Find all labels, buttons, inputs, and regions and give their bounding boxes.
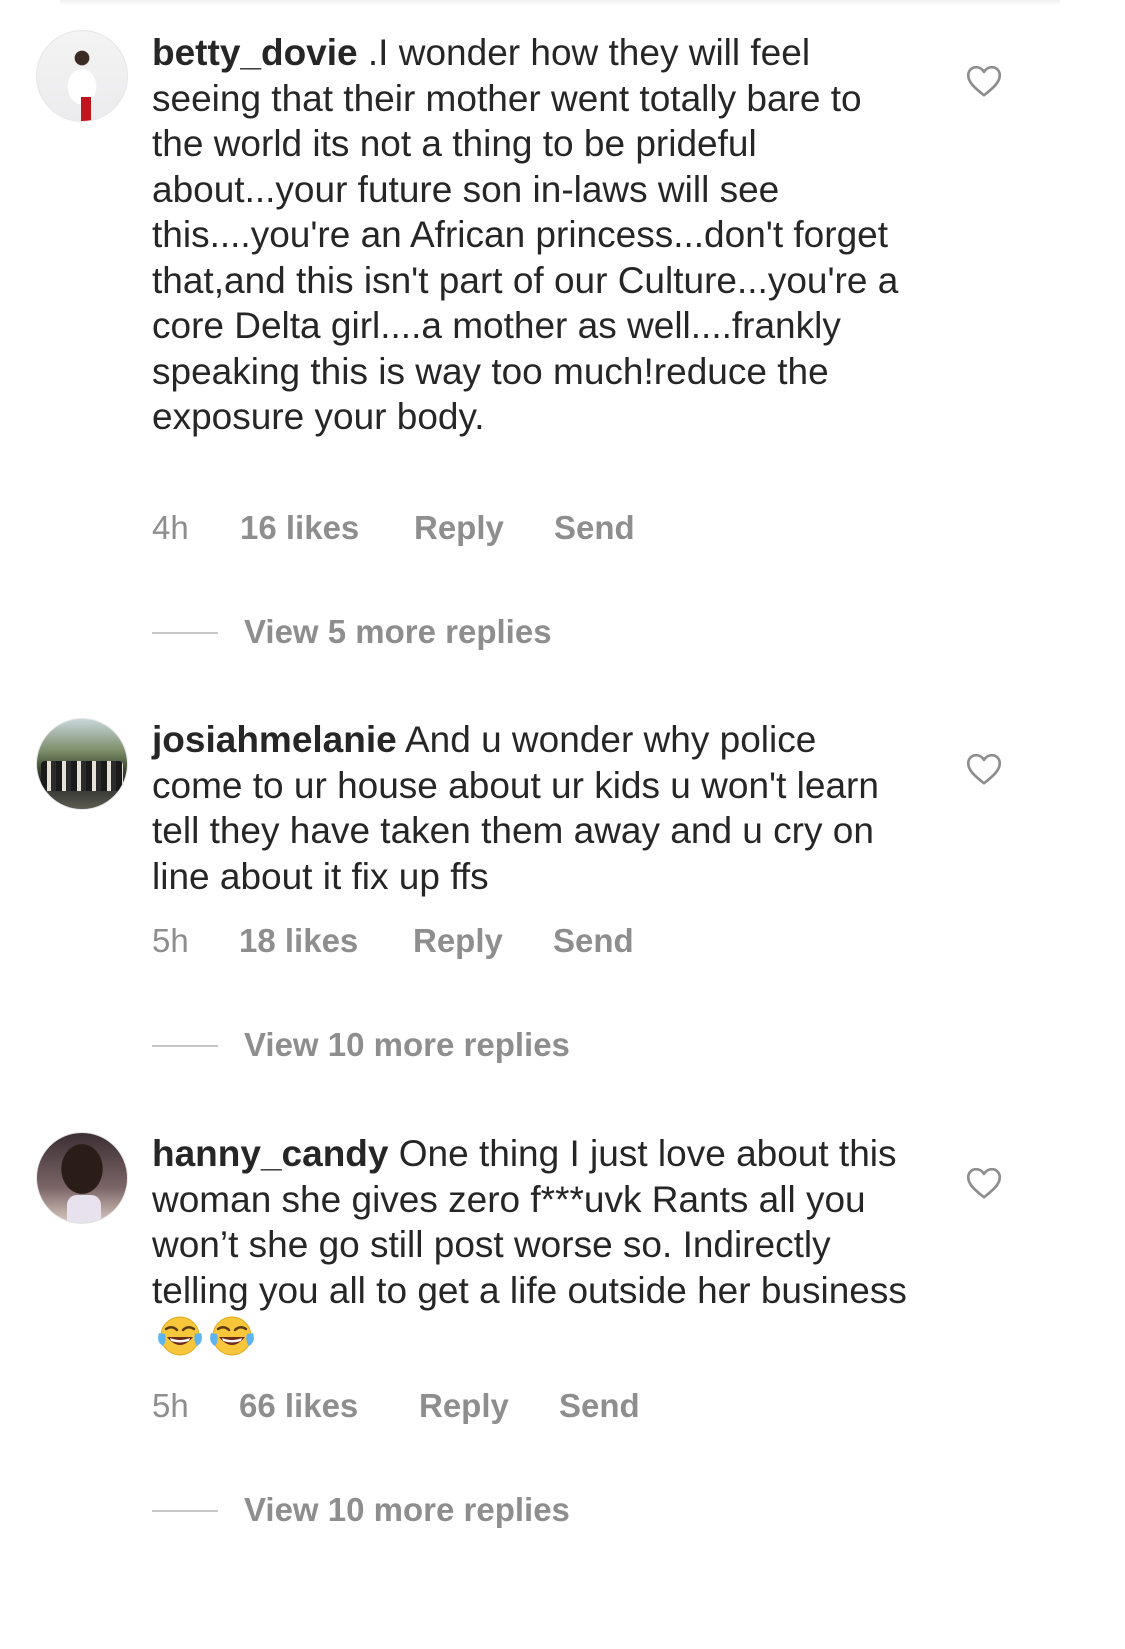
reply-button[interactable]: Reply [413,922,503,960]
heart-icon[interactable] [966,752,1002,786]
view-replies-label: View 5 more replies [244,613,552,650]
replies-divider [152,1510,218,1512]
face-with-tears-of-joy-icon [210,1316,254,1356]
heart-icon[interactable] [966,1166,1002,1200]
replies-divider [152,1045,218,1047]
replies-divider [152,632,218,634]
timestamp: 5h [152,922,189,959]
send-button[interactable]: Send [559,1387,640,1425]
avatar[interactable] [36,30,128,122]
face-with-tears-of-joy-icon [158,1316,202,1356]
send-button[interactable]: Send [554,509,635,547]
comment-body: betty_dovie .I wonder how they will feel… [152,30,912,440]
username-link[interactable]: hanny_candy [152,1133,388,1174]
comment-body: hanny_candy One thing I just love about … [152,1131,912,1362]
likes-count[interactable]: 66 likes [239,1387,358,1425]
comment-body: josiahmelanie And u wonder why police co… [152,717,912,899]
likes-count[interactable]: 18 likes [239,922,358,960]
comment-text: .I wonder how they will feel seeing that… [152,32,899,437]
send-button[interactable]: Send [553,922,634,960]
username-link[interactable]: betty_dovie [152,32,358,73]
reply-button[interactable]: Reply [414,509,504,547]
username-link[interactable]: josiahmelanie [152,719,397,760]
timestamp: 4h [152,509,189,546]
timestamp: 5h [152,1387,189,1424]
avatar[interactable] [36,1132,128,1224]
avatar[interactable] [36,718,128,810]
likes-count[interactable]: 16 likes [240,509,359,547]
heart-icon[interactable] [966,64,1002,98]
top-divider [60,0,1060,6]
view-replies-label: View 10 more replies [244,1026,570,1063]
reply-button[interactable]: Reply [419,1387,509,1425]
view-replies-label: View 10 more replies [244,1491,570,1528]
